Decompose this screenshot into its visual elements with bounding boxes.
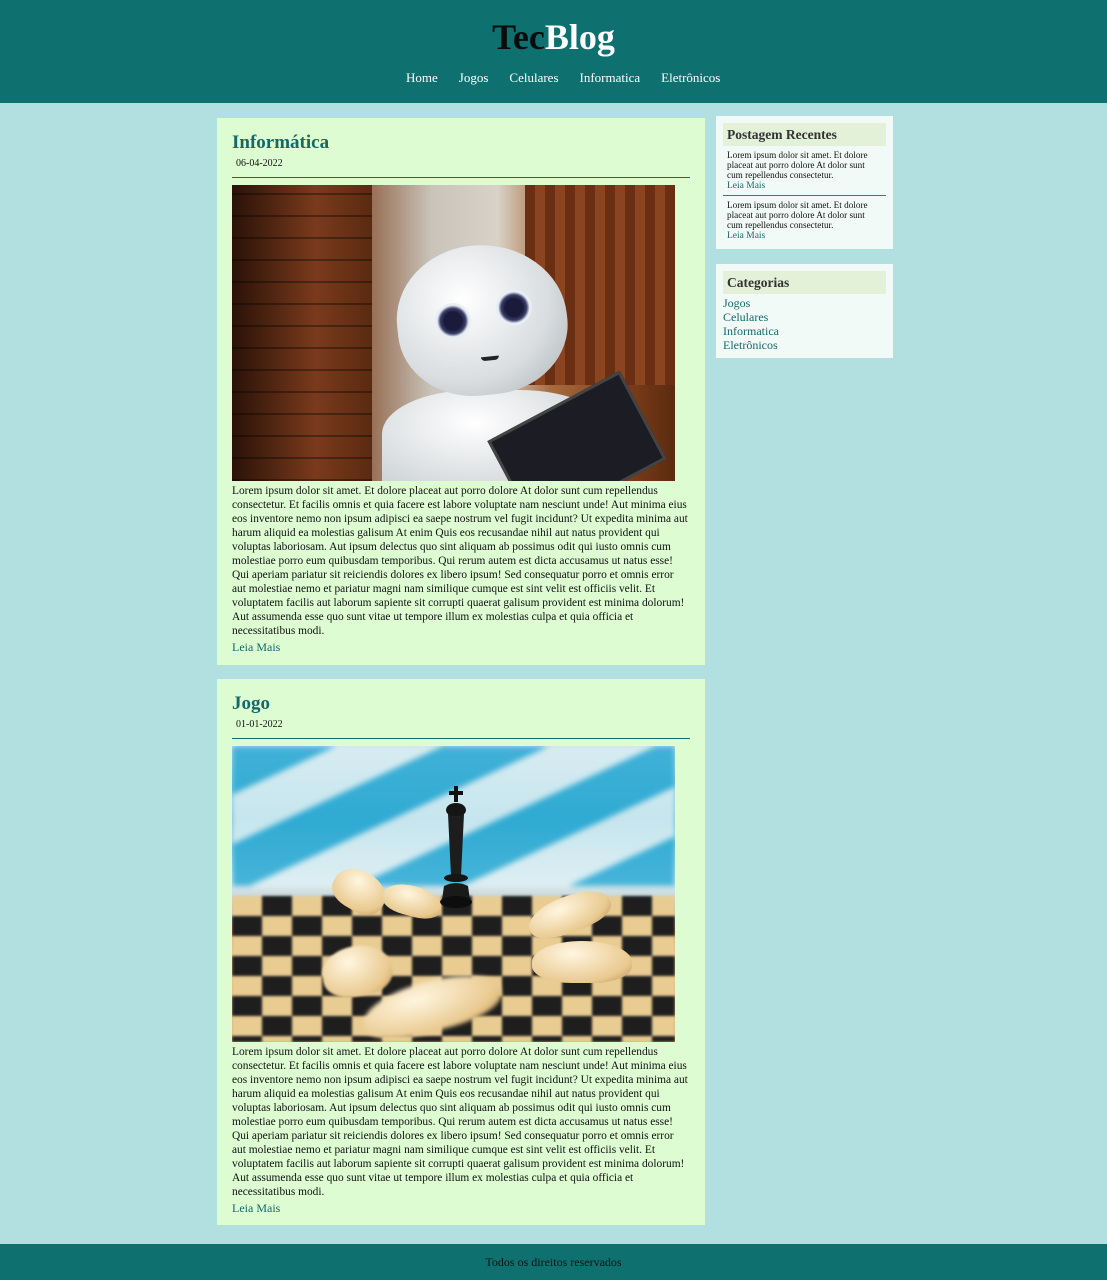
footer-text: Todos os direitos reservados xyxy=(485,1255,622,1269)
category-list: Jogos Celulares Informatica Eletrônicos xyxy=(723,296,886,352)
read-more-link[interactable]: Leia Mais xyxy=(232,640,280,654)
read-more-link[interactable]: Leia Mais xyxy=(232,1201,280,1215)
post-card: Informática 06-04-2022 Lorem ipsum dolor… xyxy=(217,118,705,665)
chess-image xyxy=(232,746,675,1042)
recent-post-text: Lorem ipsum dolor sit amet. Et dolore pl… xyxy=(727,200,868,230)
site-header: TecBlog Home Jogos Celulares Informatica… xyxy=(0,0,1107,103)
nav-celulares[interactable]: Celulares xyxy=(509,70,558,86)
nav-home[interactable]: Home xyxy=(406,70,438,86)
recent-post-item: Lorem ipsum dolor sit amet. Et dolore pl… xyxy=(723,196,886,242)
widget-title: Postagem Recentes xyxy=(723,123,886,146)
recent-post-item: Lorem ipsum dolor sit amet. Et dolore pl… xyxy=(723,146,886,192)
widget-title: Categorias xyxy=(723,271,886,294)
category-link-eletronicos[interactable]: Eletrônicos xyxy=(723,338,886,352)
category-link-informatica[interactable]: Informatica xyxy=(723,324,886,338)
nav-informatica[interactable]: Informatica xyxy=(580,70,641,86)
post-date: 06-04-2022 xyxy=(236,158,283,169)
main-nav: Home Jogos Celulares Informatica Eletrôn… xyxy=(396,70,741,86)
categories-widget: Categorias Jogos Celulares Informatica E… xyxy=(716,264,893,358)
robot-eye-left xyxy=(433,301,473,341)
logo-part-tec: Tec xyxy=(492,17,545,57)
post-body: Lorem ipsum dolor sit amet. Et dolore pl… xyxy=(232,1046,688,1198)
site-logo[interactable]: TecBlog xyxy=(0,16,1107,58)
read-more-link[interactable]: Leia Mais xyxy=(727,181,765,191)
category-item: Celulares xyxy=(723,310,886,324)
nav-jogos[interactable]: Jogos xyxy=(459,70,489,86)
robot-eye-right xyxy=(494,287,534,328)
robot-mouth xyxy=(480,355,500,362)
post-divider xyxy=(232,177,690,178)
robot-image xyxy=(232,185,675,481)
black-king-icon xyxy=(440,786,472,908)
post-body: Lorem ipsum dolor sit amet. Et dolore pl… xyxy=(232,485,688,637)
category-link-jogos[interactable]: Jogos xyxy=(723,296,886,310)
white-piece xyxy=(532,941,632,983)
post-divider xyxy=(232,738,690,739)
read-more-link[interactable]: Leia Mais xyxy=(727,231,765,241)
site-footer: Todos os direitos reservados xyxy=(0,1244,1107,1280)
post-title[interactable]: Informática xyxy=(232,132,690,154)
category-link-celulares[interactable]: Celulares xyxy=(723,310,886,324)
image-brick-wall xyxy=(232,185,372,481)
logo-part-blog: Blog xyxy=(544,17,615,57)
category-item: Jogos xyxy=(723,296,886,310)
category-item: Eletrônicos xyxy=(723,338,886,352)
nav-eletronicos[interactable]: Eletrônicos xyxy=(661,70,720,86)
category-item: Informatica xyxy=(723,324,886,338)
recent-post-text: Lorem ipsum dolor sit amet. Et dolore pl… xyxy=(727,150,868,180)
post-date: 01-01-2022 xyxy=(236,719,283,730)
post-card: Jogo 01-01-2022 Lorem ipsum dolor sit am… xyxy=(217,679,705,1225)
recent-posts-widget: Postagem Recentes Lorem ipsum dolor sit … xyxy=(716,116,893,249)
post-title[interactable]: Jogo xyxy=(232,693,690,715)
